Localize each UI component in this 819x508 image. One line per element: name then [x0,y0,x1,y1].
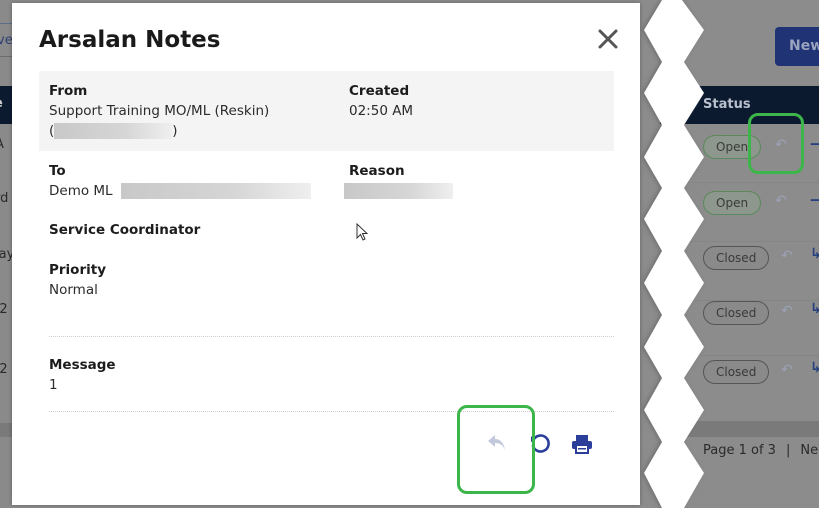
background-tab[interactable]: ve [0,33,13,48]
close-button[interactable] [596,27,620,51]
mouse-cursor-icon [356,223,369,241]
from-field: From Support Training MO/ML (Reskin) () [49,81,269,141]
torn-edge-divider [642,0,704,508]
redacted-text [54,123,173,139]
to-label: To [49,163,66,179]
table-cell: /2 [0,362,8,377]
message-value: 1 [49,377,58,393]
highlight-box [457,405,535,494]
priority-label: Priority [49,262,106,278]
created-field: Created 02:50 AM [349,81,413,121]
redacted-text [120,183,311,199]
reply-icon[interactable]: ↶ [781,362,793,378]
message-field: Message 1 [49,355,116,395]
new-button[interactable]: New [775,27,819,66]
action-icon[interactable]: — [810,136,819,152]
reply-icon[interactable]: ↶ [781,248,793,264]
action-icon[interactable]: ↳ [810,360,819,376]
from-created-section: From Support Training MO/ML (Reskin) () … [39,71,614,151]
from-value-line2: () [49,121,269,141]
message-label: Message [49,357,116,373]
table-cell: /2 [0,302,8,317]
highlight-box [748,113,804,174]
status-badge: Open [703,191,762,215]
reply-icon[interactable]: ↶ [781,303,793,319]
redacted-text [344,183,453,199]
reply-icon[interactable]: ↶ [775,193,787,209]
page-indicator: Page 1 of 3 [703,443,776,458]
pager-separator: | [785,443,791,458]
table-cell: rd [0,191,9,206]
to-value-row: Demo ML [49,181,311,201]
paren-close: ) [172,123,178,139]
action-icon[interactable]: ↳ [810,246,819,262]
priority-value: Normal [49,282,98,298]
service-coordinator-label: Service Coordinator [49,222,201,238]
next-page-link[interactable]: Ne [800,443,818,458]
to-value: Demo ML [49,183,113,199]
status-badge: Closed [703,360,770,384]
from-value: Support Training MO/ML (Reskin) [49,103,270,119]
status-badge: Closed [703,246,770,270]
divider [49,336,614,337]
action-icon[interactable]: ↳ [810,301,819,317]
reason-label: Reason [349,163,405,179]
created-label: Created [349,83,410,99]
print-button[interactable] [571,434,593,458]
modal-title: Arsalan Notes [39,27,221,53]
pagination: Page 1 of 3 | Ne [703,443,818,458]
action-icon[interactable]: — [810,192,819,208]
status-badge: Closed [703,301,770,325]
status-column-header: Status [703,97,751,112]
service-coordinator-field: Service Coordinator [49,220,200,240]
priority-field: Priority Normal [49,260,106,300]
table-cell: A [0,137,4,152]
close-icon [598,29,618,49]
reason-field: Reason [344,161,453,201]
header-fragment: e [0,96,3,111]
reason-value-row [344,181,453,201]
to-field: To Demo ML [49,161,311,201]
created-value: 02:50 AM [349,103,414,119]
from-label: From [49,83,88,99]
notes-modal: Arsalan Notes From Support Training MO/M… [12,3,640,505]
print-icon [572,435,592,454]
